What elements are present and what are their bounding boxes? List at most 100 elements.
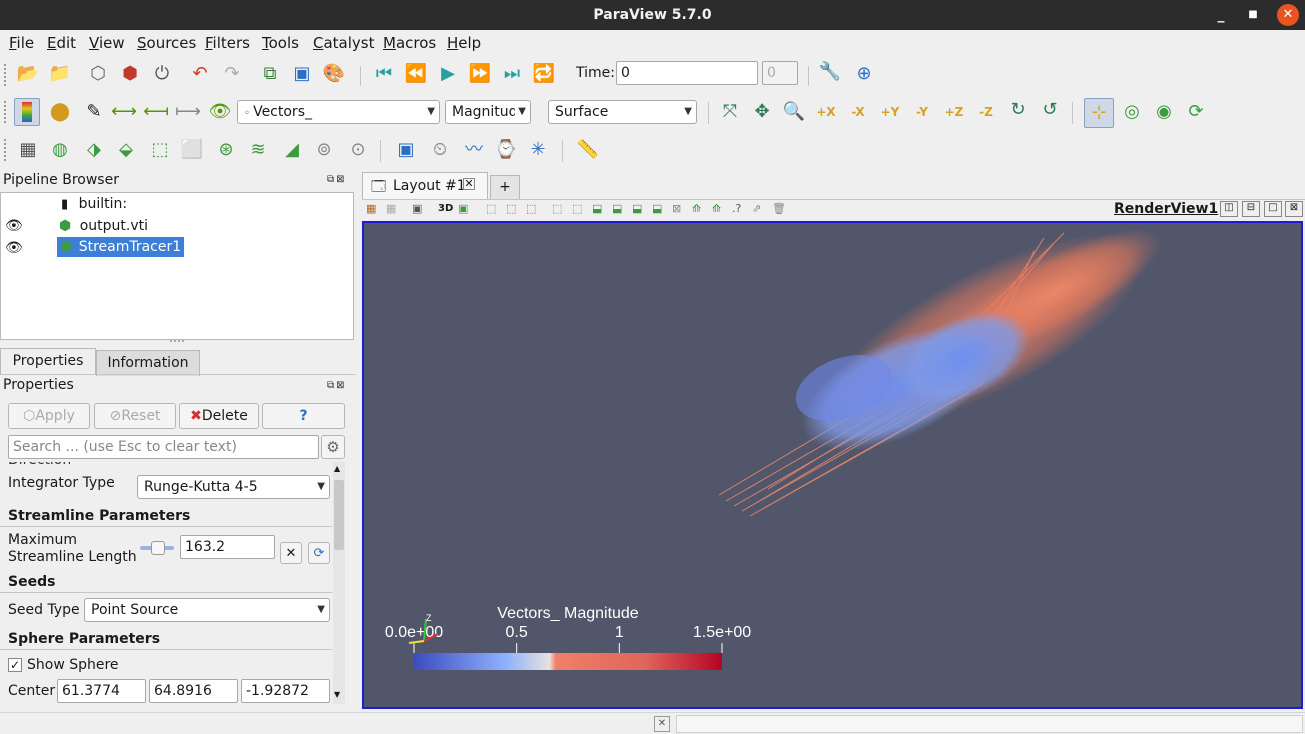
pipeline-item-selected[interactable]: ⬢ StreamTracer1 [57,237,185,257]
toolbar-grip[interactable] [4,139,8,161]
show-center-icon[interactable]: ◎ [1120,100,1144,124]
maximize-view-icon[interactable]: □ [1264,201,1282,217]
split-vertical-icon[interactable]: ⊟ [1242,201,1260,217]
scrollbar-thumb[interactable] [334,480,344,550]
open-file-icon[interactable]: 📂 [16,62,40,86]
visibility-toggle[interactable]: 👁 [5,215,23,237]
stream-tracer-icon[interactable]: ≋ [246,138,270,162]
rotate-minus-90-icon[interactable]: ↺ [1038,98,1062,122]
next-frame-icon[interactable]: ⏩ [468,62,492,86]
dock-buttons[interactable]: ⧉⊠ [327,380,347,391]
close-view-icon[interactable]: ⊠ [1285,201,1303,217]
contour-icon[interactable]: ◍ [48,138,72,162]
calculator-icon[interactable]: ▦ [16,138,40,162]
first-frame-icon[interactable]: ⏮ [372,62,396,86]
edit-selection-icon[interactable]: ⟰ [712,202,721,215]
last-frame-icon[interactable]: ⏭ [500,62,524,86]
extract-selection-icon[interactable]: ▣ [394,138,418,162]
advanced-properties-gear-icon[interactable]: ⚙ [321,435,345,459]
show-orientation-axes-icon[interactable]: ⊹ [1084,98,1114,128]
view-plus-z-icon[interactable]: +Z [942,100,966,124]
view-plus-y-icon[interactable]: +Y [878,100,902,124]
select-cells-on-icon[interactable]: ⬚ [486,202,496,215]
pipeline-item[interactable]: ⬢ output.vti [59,215,148,237]
select-polygon-icon[interactable]: ⬚ [572,202,582,215]
reset-center-icon[interactable]: ◉ [1152,100,1176,124]
glyph-icon[interactable]: ⊛ [214,138,238,162]
load-state-icon[interactable]: ⬡ [86,62,110,86]
dock-buttons[interactable]: ⧉⊠ [327,174,347,185]
close-window-button[interactable]: ✕ [1277,4,1299,26]
show-sphere-checkbox[interactable]: ✓ [8,658,22,672]
tab-properties[interactable]: Properties [0,348,96,374]
capture-view-icon[interactable]: ▦ [386,202,396,215]
render-view-name[interactable]: RenderView1 [1114,201,1218,217]
max-length-input[interactable]: 163.2 [180,535,275,559]
rescale-custom-icon[interactable]: ⟻ [143,100,169,124]
menu-edit[interactable]: Edit [47,34,76,52]
clear-selection-icon[interactable]: ⇗ [752,202,761,215]
scroll-down-icon[interactable]: ▼ [334,690,340,699]
toggle-color-legend-icon[interactable] [14,98,40,126]
maximize-button[interactable]: ■ [1241,0,1265,30]
property-search-input[interactable]: Search ... (use Esc to clear text) [8,435,319,459]
query-selection-icon[interactable]: .? [732,202,741,215]
reset-camera-icon[interactable]: ⤧ [718,100,742,124]
representation-select[interactable]: Surface ▼ [548,100,697,124]
interactive-select-cells-icon[interactable]: ⬓ [612,202,622,215]
edit-colormap-icon[interactable]: 🎨 [322,62,346,86]
zoom-to-box-icon[interactable]: 🔍 [782,100,806,124]
camera-link-icon[interactable]: ▣ [458,202,468,215]
time-input[interactable]: 0 [616,61,758,85]
select-points-through-icon[interactable]: ⬚ [552,202,562,215]
close-tab-icon[interactable]: ✕ [463,178,475,190]
undo-icon[interactable]: ↶ [188,62,212,86]
view-minus-y-icon[interactable]: -Y [910,100,934,124]
render-canvas[interactable]: Vectors_ Magnitude 0.0e+00 0.5 1 1.5e+00… [364,223,1301,707]
integrator-type-select[interactable]: Runge-Kutta 4-5 ▼ [137,475,330,499]
scroll-up-icon[interactable]: ▲ [334,464,340,473]
ray-cast-icon[interactable]: ✳ [526,138,550,162]
view-plus-x-icon[interactable]: +X [814,100,838,124]
slice-icon[interactable]: ⬙ [114,138,138,162]
splitter-handle[interactable] [170,340,184,346]
reset-session-icon[interactable]: ⧉ [258,62,282,86]
extract-subset-icon[interactable]: ⬜ [180,138,204,162]
toolbar-grip[interactable] [4,101,8,123]
threshold-icon[interactable]: ⬚ [148,138,172,162]
pipeline-item[interactable]: ▮ builtin: [61,193,127,215]
find-data-icon[interactable]: ▣ [290,62,314,86]
delete-button[interactable]: ✖Delete [179,403,259,429]
previous-frame-icon[interactable]: ⏪ [404,62,428,86]
hover-cells-icon[interactable]: ⬓ [652,202,662,215]
menu-macros[interactable]: Macros [383,34,436,52]
connect-icon[interactable]: ⏻ [150,62,174,86]
seed-type-select[interactable]: Point Source ▼ [84,598,330,622]
add-layout-tab-button[interactable]: + [490,175,520,199]
color-array-select[interactable]: ◦ Vectors_ ▼ [237,100,440,124]
properties-scrollbar[interactable]: ▲ ▼ [333,462,345,704]
apply-button[interactable]: ⬡Apply [8,403,90,429]
menu-tools[interactable]: Tools [262,34,299,52]
redo-icon[interactable]: ↷ [220,62,244,86]
clip-icon[interactable]: ⬗ [82,138,106,162]
visibility-toggle[interactable]: 👁 [5,237,23,259]
plot-selection-over-time-icon[interactable]: ⏲ [428,138,452,162]
add-macro-icon[interactable]: ⊕ [852,62,876,86]
select-points-on-icon[interactable]: ⬚ [506,202,516,215]
open-recent-icon[interactable]: 📁 [48,62,72,86]
trash-icon[interactable]: 🗑 [772,202,786,215]
max-length-slider-handle[interactable] [151,541,165,555]
view-minus-z-icon[interactable]: -Z [974,100,998,124]
scale-by-icon[interactable]: ✕ [280,542,302,564]
python-shell-icon[interactable]: 🔧 [818,60,842,84]
menu-view[interactable]: View [89,34,125,52]
capture-screenshot-icon[interactable]: ▦ [366,202,376,215]
toolbar-grip[interactable] [4,64,8,86]
tab-information[interactable]: Information [96,350,200,376]
rotate-plus-90-icon[interactable]: ↻ [1006,98,1030,122]
warp-by-vector-icon[interactable]: ◢ [280,138,304,162]
grow-selection-icon[interactable]: ⊠ [672,202,681,215]
camera-undo-icon[interactable]: ▣ [412,202,422,215]
extract-level-icon[interactable]: ⊙ [346,138,370,162]
